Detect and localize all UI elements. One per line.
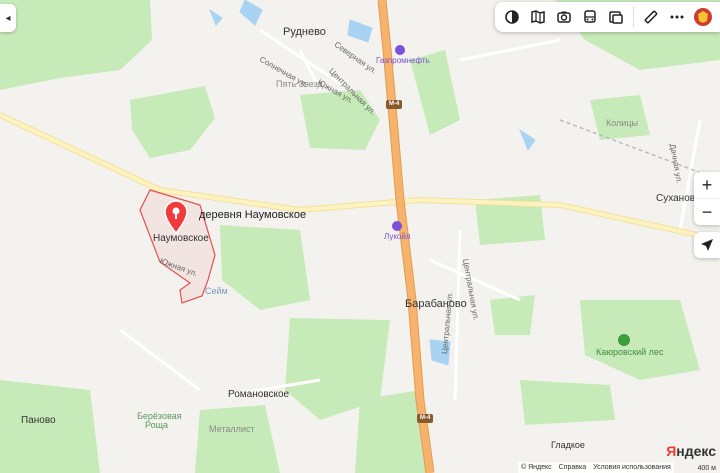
chevron-left-icon: ◂ xyxy=(5,12,11,24)
help-link[interactable]: Справка xyxy=(559,464,586,471)
map-toolbar xyxy=(495,2,720,32)
toolbar-divider xyxy=(633,7,634,27)
map-book-button[interactable] xyxy=(525,4,551,30)
copyright-link[interactable]: © Яндекс xyxy=(521,464,552,471)
logo-rest: ндекс xyxy=(676,443,716,459)
water-body xyxy=(208,8,223,26)
scale-label: 400 м xyxy=(697,465,716,472)
yandex-logo[interactable]: Яндекс xyxy=(666,443,716,459)
minor-road xyxy=(459,38,561,62)
geolocation-button[interactable] xyxy=(694,232,720,258)
more-icon xyxy=(670,15,684,19)
forest-area xyxy=(490,295,535,335)
forest-area xyxy=(0,0,152,90)
ruler-button[interactable] xyxy=(638,4,664,30)
forest-park-icon xyxy=(618,334,630,346)
layers-icon xyxy=(505,10,519,24)
forest-area xyxy=(580,300,700,380)
logo-first-letter: Я xyxy=(666,443,677,459)
place-label-forest[interactable]: Каюровский лес xyxy=(596,348,663,357)
poi-label-gazpromneft[interactable]: Газпромнефть xyxy=(376,57,430,65)
place-label-seim[interactable]: Сейм xyxy=(205,287,228,296)
photos-button[interactable] xyxy=(551,4,577,30)
zoom-control: + − xyxy=(694,172,720,225)
place-label-barabanovo[interactable]: Барабаново xyxy=(405,299,467,310)
place-label-naumovskoe[interactable]: Наумовское xyxy=(153,234,209,244)
location-pin-icon[interactable] xyxy=(163,200,189,234)
water-body xyxy=(347,19,373,43)
forest-area xyxy=(520,380,615,425)
water-body xyxy=(239,0,263,26)
panorama-button[interactable] xyxy=(603,4,629,30)
zoom-in-button[interactable]: + xyxy=(694,172,720,198)
minor-road xyxy=(119,328,201,392)
forest-area xyxy=(130,86,215,158)
highway-label-m4-top: М-4 xyxy=(389,101,400,107)
place-label-metallist[interactable]: Металлист xyxy=(209,425,254,434)
forest-area xyxy=(220,225,310,310)
place-label-beryozovaya-2[interactable]: Роща xyxy=(145,421,168,430)
bus-icon xyxy=(584,10,596,23)
navigation-arrow-icon xyxy=(701,239,713,251)
coat-of-arms-icon xyxy=(694,8,712,26)
forest-area xyxy=(195,405,280,473)
map-book-icon xyxy=(531,10,545,24)
layers-button[interactable] xyxy=(499,4,525,30)
minor-road xyxy=(453,229,462,401)
place-label-gladkoe[interactable]: Гладкое xyxy=(551,441,585,450)
panorama-icon xyxy=(609,11,623,24)
terms-link[interactable]: Условия использования xyxy=(593,464,671,471)
poi-label-lukoil[interactable]: Лукойл xyxy=(384,233,411,241)
map-canvas[interactable] xyxy=(0,0,720,473)
collapse-panel-button[interactable]: ◂ xyxy=(0,4,16,32)
region-emblem-button[interactable] xyxy=(690,4,716,30)
zoom-out-button[interactable]: − xyxy=(694,198,720,225)
more-button[interactable] xyxy=(664,4,690,30)
map-footer: © Яндекс Справка Условия использования xyxy=(518,462,674,473)
place-label-panovo[interactable]: Паново xyxy=(21,416,56,426)
highway-label-m4-bottom: М-4 xyxy=(420,415,431,421)
place-label-rudnevo[interactable]: Руднево xyxy=(283,27,326,38)
gas-station-icon xyxy=(395,45,405,55)
camera-icon xyxy=(557,11,571,23)
gas-station-icon xyxy=(392,221,402,231)
water-body xyxy=(518,128,536,152)
place-label-kolitsy[interactable]: Колицы xyxy=(606,119,638,128)
ruler-icon xyxy=(644,10,658,24)
transit-button[interactable] xyxy=(577,4,603,30)
place-label-romanovskoe[interactable]: Романовское xyxy=(228,390,289,400)
forest-area xyxy=(0,380,100,473)
place-label-naumovskoe-title: деревня Наумовское xyxy=(199,209,307,221)
